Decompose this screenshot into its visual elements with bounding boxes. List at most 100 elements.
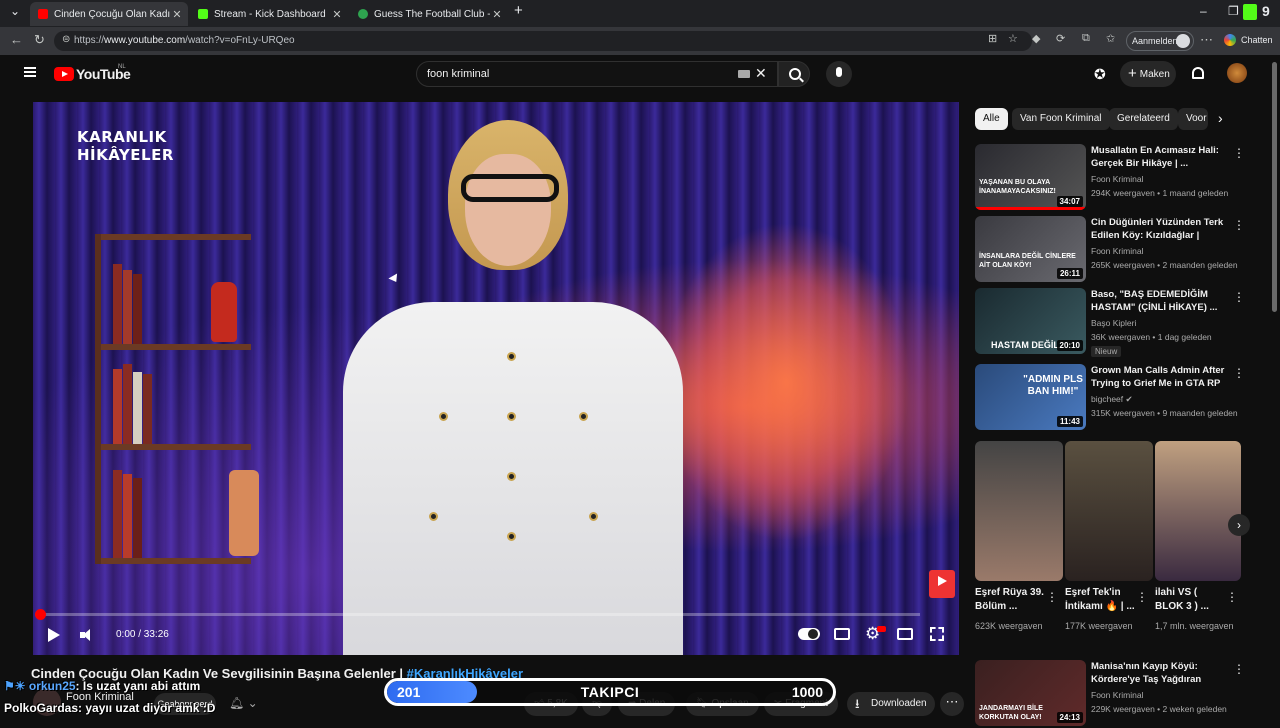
profile-avatar-icon <box>1176 34 1190 48</box>
recommendation-item[interactable]: YAŞANAN BU OLAYA İNANAMAYACAKSINIZ! 34:0… <box>975 144 1245 212</box>
more-options-icon[interactable]: ⋮ <box>1226 590 1238 604</box>
close-tab-icon[interactable]: ✕ <box>170 8 184 21</box>
plus-icon: + <box>1128 65 1137 82</box>
keyboard-icon[interactable] <box>738 70 750 78</box>
refresh-extension-icon[interactable]: ⟳ <box>1056 32 1065 45</box>
video-thumbnail[interactable]: YAŞANAN BU OLAYA İNANAMAYACAKSINIZ! 34:0… <box>975 144 1086 210</box>
more-actions-button[interactable]: ⋯ <box>940 692 964 716</box>
more-options-icon[interactable]: ⋮ <box>1136 590 1148 604</box>
signin-label: Aanmelden <box>1132 36 1178 46</box>
recommendation-title[interactable]: Baso, "BAŞ EDEMEDİĞİM HASTAM" (ÇİNLİ HİK… <box>1091 288 1231 314</box>
short-title[interactable]: Eşref Tek'in İntikamı 🔥 | ... <box>1065 586 1137 614</box>
page-scrollbar[interactable] <box>1272 62 1277 312</box>
video-thumbnail[interactable]: İNSANLARA DEĞİL CİNLERE AİT OLAN KÖY! 26… <box>975 216 1086 282</box>
chat-line: ⚑☀ orkun25: Is uzat yanı abi attım <box>4 679 200 693</box>
download-button[interactable]: Downloaden <box>847 692 935 716</box>
volume-icon[interactable] <box>80 629 94 641</box>
extensions-puzzle-icon[interactable]: ⧉ <box>1082 32 1090 45</box>
search-input[interactable]: foon kriminal <box>416 61 778 87</box>
tab-football-quiz[interactable]: Guess The Football Club - Football Quiz … <box>350 2 508 26</box>
chevron-right-icon[interactable]: › <box>1218 110 1223 126</box>
chip-from-channel[interactable]: Van Foon Kriminal <box>1012 108 1110 130</box>
close-tab-icon[interactable]: ✕ <box>490 8 504 21</box>
close-tab-icon[interactable]: ✕ <box>330 8 344 21</box>
progress-scrubber[interactable] <box>35 609 46 620</box>
restore-icon[interactable]: ❐ <box>1228 4 1239 18</box>
miniplayer-icon[interactable] <box>897 628 913 640</box>
chip-for-you[interactable]: Voor <box>1178 108 1208 130</box>
chat-badge-icon: ⚑☀ <box>4 679 29 693</box>
more-options-icon[interactable]: ⋮ <box>1233 218 1245 232</box>
recommendation-title[interactable]: Manisa'nın Kayıp Köyü: Kördere'ye Taş Ya… <box>1091 660 1231 686</box>
account-avatar[interactable] <box>1227 63 1247 83</box>
video-thumbnail[interactable]: HASTAM DEĞİL 20:10 <box>975 288 1086 354</box>
recommendation-title[interactable]: Musallatın En Acımasız Hali: Gerçek Bir … <box>1091 144 1231 170</box>
tab-kick[interactable]: Stream - Kick Dashboard ✕ <box>190 2 348 26</box>
presenter-figure <box>343 302 683 655</box>
chat-message: : yayıı uzat diyor amk :D <box>78 701 216 715</box>
more-options-icon[interactable]: ⋮ <box>1233 662 1245 676</box>
address-bar[interactable]: https://www.youtube.com/watch?v=oFnLy-UR… <box>54 31 1032 51</box>
new-tab-button[interactable]: + <box>514 2 523 19</box>
extension-icon[interactable]: ◆ <box>1032 32 1040 45</box>
short-views: 177K weergaven <box>1065 621 1133 631</box>
presenter-face <box>465 154 551 266</box>
url-domain: www.youtube.com <box>104 35 186 46</box>
short-title[interactable]: ilahi VS ( BLOK 3 ) ... <box>1155 586 1227 614</box>
subtitles-icon[interactable] <box>834 628 850 640</box>
tab-youtube[interactable]: Cinden Çocuğu Olan Kadın Ve Sevgilisinin… <box>30 2 188 26</box>
clear-search-icon[interactable]: ✕ <box>755 65 767 82</box>
mouse-cursor <box>388 273 401 285</box>
progress-bar[interactable] <box>35 609 920 620</box>
more-options-icon[interactable]: ⋮ <box>1233 290 1245 304</box>
autoplay-toggle[interactable] <box>798 628 820 640</box>
site-info-icon[interactable]: ⊜ <box>62 34 70 45</box>
subscribe-watermark-icon[interactable] <box>929 570 955 598</box>
recommendation-meta: 294K weergaven • 1 maand geleden <box>1091 188 1229 198</box>
recommendation-title[interactable]: Cin Düğünleri Yüzünden Terk Edilen Köy: … <box>1091 216 1231 242</box>
favorites-icon[interactable]: ✩ <box>1106 32 1115 45</box>
recommendation-item[interactable]: JANDARMAYI BİLE KORKUTAN OLAY! 24:13 Man… <box>975 660 1245 728</box>
thumbnail-text: JANDARMAYI BİLE KORKUTAN OLAY! <box>979 705 1043 721</box>
chip-related[interactable]: Gerelateerd <box>1109 108 1178 130</box>
youtube-header: YouTube NL foon kriminal ✕ ✪ + Maken <box>0 55 1280 95</box>
short-thumbnail[interactable] <box>1155 441 1241 581</box>
video-thumbnail[interactable]: "ADMIN PLS BAN HIM!" 11:43 <box>975 364 1086 430</box>
video-player[interactable]: KARANLIK HİKÂYELER <box>33 102 959 655</box>
kick-overlay-logo <box>1243 4 1257 20</box>
copilot-icon[interactable] <box>1224 34 1236 46</box>
short-thumbnail[interactable] <box>975 441 1063 581</box>
notifications-bell-icon[interactable] <box>1192 67 1204 79</box>
reload-icon[interactable]: ↻ <box>34 32 45 48</box>
signin-button[interactable]: Aanmelden <box>1126 31 1194 51</box>
create-button[interactable]: + Maken <box>1120 61 1176 87</box>
recommendation-item[interactable]: "ADMIN PLS BAN HIM!" 11:43 Grown Man Cal… <box>975 364 1245 432</box>
recommendation-title[interactable]: Grown Man Calls Admin After Trying to Gr… <box>1091 364 1231 390</box>
more-options-icon[interactable]: ⋮ <box>1233 366 1245 380</box>
more-menu-icon[interactable]: ⋯ <box>1200 32 1213 48</box>
search-button[interactable] <box>778 61 810 87</box>
hamburger-menu-icon[interactable] <box>24 67 36 77</box>
recommendation-item[interactable]: HASTAM DEĞİL 20:10 Baso, "BAŞ EDEMEDİĞİM… <box>975 288 1245 357</box>
url-prefix: https:// <box>74 35 105 46</box>
back-icon[interactable]: ← <box>10 32 23 47</box>
short-title[interactable]: Eşref Rüya 39. Bölüm ... <box>975 586 1047 614</box>
premium-gear-icon[interactable]: ✪ <box>1094 66 1106 83</box>
short-thumbnail[interactable] <box>1065 441 1153 581</box>
shorts-next-button[interactable]: › <box>1228 514 1250 536</box>
bookmark-star-icon[interactable]: ☆ <box>1008 32 1018 45</box>
recommendation-meta: 265K weergaven • 2 maanden geleden <box>1091 260 1238 270</box>
install-app-icon[interactable]: ⊞ <box>988 32 997 45</box>
chat-button[interactable]: Chatten <box>1241 35 1273 45</box>
more-options-icon[interactable]: ⋮ <box>1046 590 1058 604</box>
youtube-logo-icon[interactable] <box>54 67 74 81</box>
play-button[interactable] <box>48 628 60 642</box>
minimize-icon[interactable]: – <box>1200 4 1207 18</box>
voice-search-button[interactable] <box>826 61 852 87</box>
more-options-icon[interactable]: ⋮ <box>1233 146 1245 160</box>
tab-list-icon[interactable]: ⌄ <box>10 4 20 18</box>
subscription-bell-icon[interactable]: 🔔︎ ⌄ <box>229 696 258 710</box>
video-thumbnail[interactable]: JANDARMAYI BİLE KORKUTAN OLAY! 24:13 <box>975 660 1086 726</box>
recommendation-item[interactable]: İNSANLARA DEĞİL CİNLERE AİT OLAN KÖY! 26… <box>975 216 1245 284</box>
chip-all[interactable]: Alle <box>975 108 1008 130</box>
